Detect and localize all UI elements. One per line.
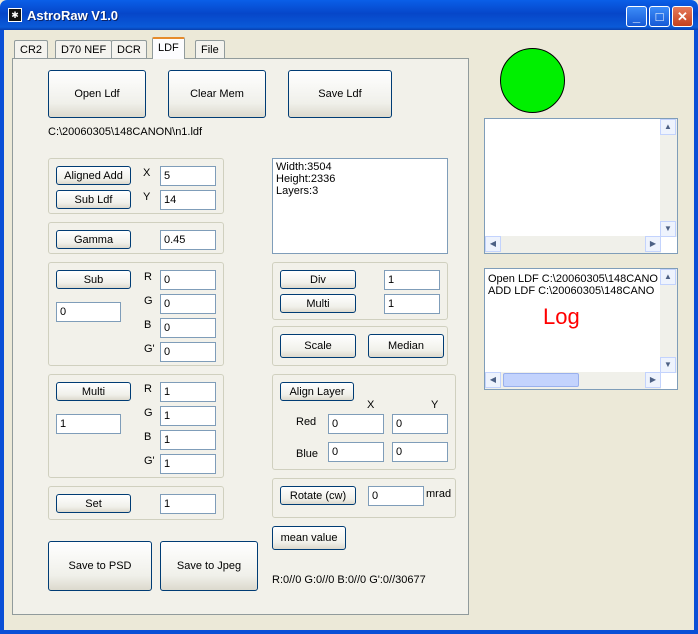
minimize-button[interactable]: _ — [626, 6, 647, 27]
div-input[interactable]: 1 — [384, 270, 440, 290]
log-vscroll[interactable]: ▲ ▼ — [660, 269, 677, 373]
scroll-up-icon[interactable]: ▲ — [660, 119, 676, 135]
blue-y-input[interactable]: 0 — [392, 442, 448, 462]
sub-g2-input[interactable]: 0 — [160, 342, 216, 362]
scroll-down-icon[interactable]: ▼ — [660, 221, 676, 237]
tab-dcr[interactable]: DCR — [111, 40, 147, 59]
sub-b-label: B — [144, 319, 152, 331]
y-label: Y — [143, 191, 151, 203]
mean-value-button[interactable]: mean value — [272, 526, 346, 550]
align-blue-label: Blue — [296, 448, 319, 460]
info-height: Height:2336 — [276, 173, 336, 185]
log-line: Open LDF C:\20060305\148CANO — [488, 273, 658, 285]
multi2-input[interactable]: 1 — [384, 294, 440, 314]
sub-value-input[interactable]: 0 — [56, 302, 121, 322]
tab-cr2[interactable]: CR2 — [14, 40, 49, 59]
scroll-left-icon[interactable]: ◀ — [485, 236, 501, 252]
x-offset-input[interactable]: 5 — [160, 166, 216, 186]
multi-r-input[interactable]: 1 — [160, 382, 216, 402]
save-to-psd-button[interactable]: Save to PSD — [48, 541, 152, 591]
aligned-add-button[interactable]: Aligned Add — [56, 166, 131, 185]
multi-button[interactable]: Multi — [56, 382, 131, 401]
multi-r-label: R — [144, 383, 152, 395]
log-line: ADD LDF C:\20060305\148CANO — [488, 285, 655, 297]
multi-b-label: B — [144, 431, 152, 443]
multi-b-input[interactable]: 1 — [160, 430, 216, 450]
preview-vscroll[interactable]: ▲ ▼ — [660, 119, 677, 237]
sub-r-label: R — [144, 271, 152, 283]
sub-r-input[interactable]: 0 — [160, 270, 216, 290]
multi2-button[interactable]: Multi — [280, 294, 356, 313]
preview-listbox[interactable]: ▲ ▼ ◀ ▶ — [484, 118, 678, 254]
multi-g-label: G — [144, 407, 153, 419]
preview-hscroll[interactable]: ◀ ▶ — [485, 236, 661, 253]
maximize-button[interactable]: □ — [649, 6, 670, 27]
sub-g-input[interactable]: 0 — [160, 294, 216, 314]
window-frame-left — [0, 30, 4, 634]
status-indicator — [500, 48, 565, 113]
log-hscroll[interactable]: ◀ ▶ — [485, 372, 661, 389]
scroll-up-icon[interactable]: ▲ — [660, 269, 676, 285]
x-label: X — [143, 167, 151, 179]
rotate-unit-label: mrad — [426, 488, 452, 500]
align-x-label: X — [367, 399, 375, 411]
gamma-button[interactable]: Gamma — [56, 230, 131, 249]
close-button[interactable]: ✕ — [672, 6, 693, 27]
tab-d70-nef[interactable]: D70 NEF — [55, 40, 113, 59]
align-layer-button[interactable]: Align Layer — [280, 382, 354, 401]
multi-g-input[interactable]: 1 — [160, 406, 216, 426]
scale-button[interactable]: Scale — [280, 334, 356, 358]
div-button[interactable]: Div — [280, 270, 356, 289]
sub-g-label: G — [144, 295, 153, 307]
align-y-label: Y — [431, 399, 439, 411]
scroll-left-icon[interactable]: ◀ — [485, 372, 501, 388]
sub-g2-label: G' — [144, 343, 155, 355]
tab-ldf[interactable]: LDF — [152, 37, 185, 59]
set-button[interactable]: Set — [56, 494, 131, 513]
window-frame-right — [694, 30, 698, 634]
multi-g2-input[interactable]: 1 — [160, 454, 216, 474]
blue-x-input[interactable]: 0 — [328, 442, 384, 462]
info-layers: Layers:3 — [276, 185, 319, 197]
red-y-input[interactable]: 0 — [392, 414, 448, 434]
info-width: Width:3504 — [276, 161, 332, 173]
red-x-input[interactable]: 0 — [328, 414, 384, 434]
app-icon: ✱ — [8, 8, 22, 22]
sub-ldf-button[interactable]: Sub Ldf — [56, 190, 131, 209]
multi-g2-label: G' — [144, 455, 155, 467]
save-to-jpeg-button[interactable]: Save to Jpeg — [160, 541, 258, 591]
y-offset-input[interactable]: 14 — [160, 190, 216, 210]
file-path-label: C:\20060305\148CANON\n1.ldf — [48, 126, 203, 138]
log-scroll-thumb[interactable] — [503, 373, 579, 387]
log-label: Log — [543, 304, 580, 329]
align-red-label: Red — [296, 416, 317, 428]
gamma-input[interactable]: 0.45 — [160, 230, 216, 250]
open-ldf-button[interactable]: Open Ldf — [48, 70, 146, 118]
sub-button[interactable]: Sub — [56, 270, 131, 289]
rotate-input[interactable]: 0 — [368, 486, 424, 506]
image-info-textbox[interactable]: Width:3504 Height:2336 Layers:3 — [272, 158, 448, 254]
rotate-button[interactable]: Rotate (cw) — [280, 486, 356, 505]
median-button[interactable]: Median — [368, 334, 444, 358]
scroll-right-icon[interactable]: ▶ — [645, 236, 661, 252]
log-listbox[interactable]: Open LDF C:\20060305\148CANO ADD LDF C:\… — [484, 268, 678, 390]
save-ldf-button[interactable]: Save Ldf — [288, 70, 392, 118]
set-value-input[interactable]: 1 — [160, 494, 216, 514]
scroll-down-icon[interactable]: ▼ — [660, 357, 676, 373]
window-title: AstroRaw V1.0 — [27, 8, 119, 23]
tab-file[interactable]: File — [195, 40, 225, 59]
mean-value-result: R:0//0 G:0//0 B:0//0 G':0//30677 — [272, 574, 426, 586]
window-frame-bottom — [0, 630, 698, 634]
multi-value-input[interactable]: 1 — [56, 414, 121, 434]
clear-mem-button[interactable]: Clear Mem — [168, 70, 266, 118]
scroll-right-icon[interactable]: ▶ — [645, 372, 661, 388]
sub-b-input[interactable]: 0 — [160, 318, 216, 338]
